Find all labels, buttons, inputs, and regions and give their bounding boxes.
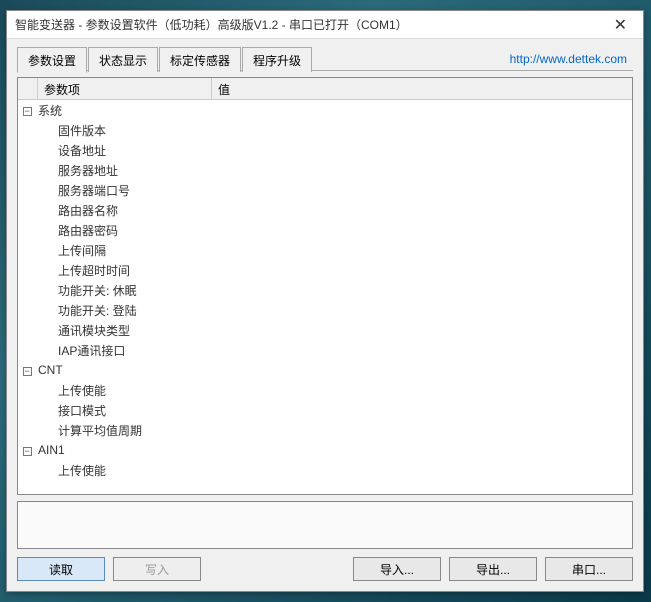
param-row[interactable]: 通讯模块类型 xyxy=(18,320,632,340)
param-label: 计算平均值周期 xyxy=(36,422,142,439)
group-label: AIN1 xyxy=(36,443,65,457)
grid-body[interactable]: −系统固件版本设备地址服务器地址服务器端口号路由器名称路由器密码上传间隔上传超时… xyxy=(18,100,632,494)
param-label: IAP通讯接口 xyxy=(36,342,125,359)
import-button[interactable]: 导入... xyxy=(353,557,441,581)
grid-header-toggle-col xyxy=(18,78,38,99)
titlebar: 智能变送器 - 参数设置软件（低功耗）高级版V1.2 - 串口已打开（COM1）… xyxy=(7,11,643,39)
param-row[interactable]: 设备地址 xyxy=(18,140,632,160)
write-button[interactable]: 写入 xyxy=(113,557,201,581)
param-label: 上传使能 xyxy=(36,382,106,399)
param-label: 功能开关: 休眠 xyxy=(36,282,137,299)
param-row[interactable]: 计算平均值周期 xyxy=(18,420,632,440)
param-label: 设备地址 xyxy=(36,142,106,159)
param-grid: 参数项 值 −系统固件版本设备地址服务器地址服务器端口号路由器名称路由器密码上传… xyxy=(17,77,633,495)
group-row[interactable]: −系统 xyxy=(18,100,632,120)
close-icon[interactable]: ✕ xyxy=(606,15,635,35)
param-row[interactable]: IAP通讯接口 xyxy=(18,340,632,360)
collapse-icon[interactable]: − xyxy=(18,104,36,117)
param-label: 路由器密码 xyxy=(36,222,118,239)
param-row[interactable]: 功能开关: 登陆 xyxy=(18,300,632,320)
tab-bar: 参数设置 状态显示 标定传感器 程序升级 http://www.dettek.c… xyxy=(17,47,633,71)
param-row[interactable]: 功能开关: 休眠 xyxy=(18,280,632,300)
group-label: 系统 xyxy=(36,102,62,119)
param-label: 路由器名称 xyxy=(36,202,118,219)
description-box xyxy=(17,501,633,549)
param-row[interactable]: 服务器地址 xyxy=(18,160,632,180)
group-label: CNT xyxy=(36,363,63,377)
param-row[interactable]: 上传使能 xyxy=(18,380,632,400)
param-label: 服务器端口号 xyxy=(36,182,130,199)
tab-param-settings[interactable]: 参数设置 xyxy=(17,47,87,73)
group-row[interactable]: −AIN1 xyxy=(18,440,632,460)
param-row[interactable]: 服务器端口号 xyxy=(18,180,632,200)
param-row[interactable]: 上传使能 xyxy=(18,460,632,480)
export-button[interactable]: 导出... xyxy=(449,557,537,581)
grid-header-value[interactable]: 值 xyxy=(212,78,632,99)
group-row[interactable]: −CNT xyxy=(18,360,632,380)
param-label: 上传间隔 xyxy=(36,242,106,259)
param-label: 上传超时时间 xyxy=(36,262,130,279)
tab-firmware-upgrade[interactable]: 程序升级 xyxy=(242,47,312,72)
grid-header: 参数项 值 xyxy=(18,78,632,100)
serial-button[interactable]: 串口... xyxy=(545,557,633,581)
window-title: 智能变送器 - 参数设置软件（低功耗）高级版V1.2 - 串口已打开（COM1） xyxy=(15,16,606,33)
param-row[interactable]: 路由器名称 xyxy=(18,200,632,220)
param-row[interactable]: 上传超时时间 xyxy=(18,260,632,280)
app-window: 智能变送器 - 参数设置软件（低功耗）高级版V1.2 - 串口已打开（COM1）… xyxy=(6,10,644,592)
collapse-icon[interactable]: − xyxy=(18,364,36,377)
client-area: 参数设置 状态显示 标定传感器 程序升级 http://www.dettek.c… xyxy=(7,39,643,591)
param-label: 功能开关: 登陆 xyxy=(36,302,137,319)
tab-calibrate-sensor[interactable]: 标定传感器 xyxy=(159,47,241,72)
button-row: 读取 写入 导入... 导出... 串口... xyxy=(17,557,633,581)
grid-header-name[interactable]: 参数项 xyxy=(38,78,212,99)
param-row[interactable]: 上传间隔 xyxy=(18,240,632,260)
param-label: 服务器地址 xyxy=(36,162,118,179)
param-row[interactable]: 固件版本 xyxy=(18,120,632,140)
param-label: 固件版本 xyxy=(36,122,106,139)
param-label: 通讯模块类型 xyxy=(36,322,130,339)
website-link[interactable]: http://www.dettek.com xyxy=(510,52,633,66)
read-button[interactable]: 读取 xyxy=(17,557,105,581)
param-row[interactable]: 接口模式 xyxy=(18,400,632,420)
param-row[interactable]: 路由器密码 xyxy=(18,220,632,240)
collapse-icon[interactable]: − xyxy=(18,444,36,457)
param-label: 上传使能 xyxy=(36,462,106,479)
tab-status-display[interactable]: 状态显示 xyxy=(88,47,158,72)
param-label: 接口模式 xyxy=(36,402,106,419)
